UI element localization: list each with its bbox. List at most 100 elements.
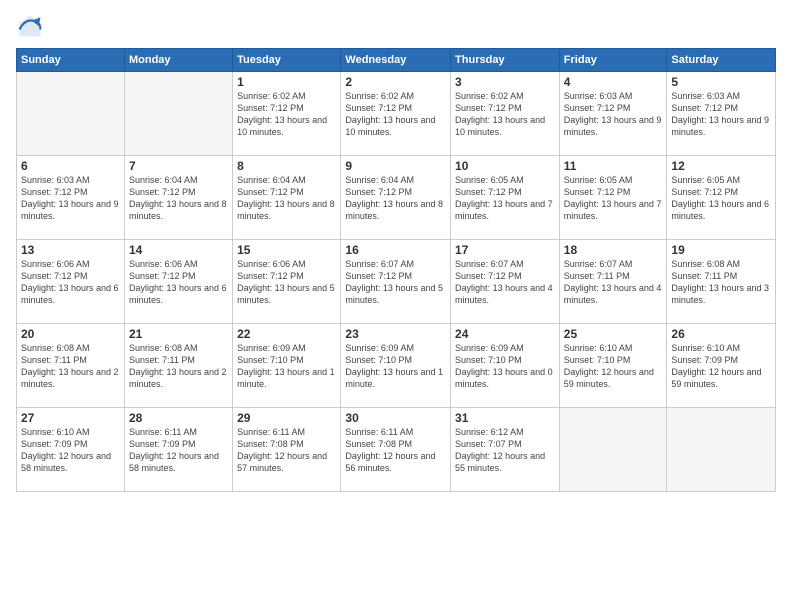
day-number: 12 [671,159,771,173]
week-row-1: 1Sunrise: 6:02 AM Sunset: 7:12 PM Daylig… [17,72,776,156]
day-cell [559,408,667,492]
day-number: 29 [237,411,336,425]
day-info: Sunrise: 6:02 AM Sunset: 7:12 PM Dayligh… [455,90,555,139]
day-info: Sunrise: 6:10 AM Sunset: 7:09 PM Dayligh… [671,342,771,391]
day-number: 11 [564,159,663,173]
day-cell: 5Sunrise: 6:03 AM Sunset: 7:12 PM Daylig… [667,72,776,156]
weekday-header-saturday: Saturday [667,49,776,72]
day-cell: 16Sunrise: 6:07 AM Sunset: 7:12 PM Dayli… [341,240,451,324]
week-row-5: 27Sunrise: 6:10 AM Sunset: 7:09 PM Dayli… [17,408,776,492]
page: SundayMondayTuesdayWednesdayThursdayFrid… [0,0,792,612]
day-cell: 22Sunrise: 6:09 AM Sunset: 7:10 PM Dayli… [233,324,341,408]
day-cell: 15Sunrise: 6:06 AM Sunset: 7:12 PM Dayli… [233,240,341,324]
day-cell: 20Sunrise: 6:08 AM Sunset: 7:11 PM Dayli… [17,324,125,408]
day-info: Sunrise: 6:03 AM Sunset: 7:12 PM Dayligh… [671,90,771,139]
day-cell: 27Sunrise: 6:10 AM Sunset: 7:09 PM Dayli… [17,408,125,492]
logo [16,12,46,40]
day-info: Sunrise: 6:04 AM Sunset: 7:12 PM Dayligh… [237,174,336,223]
day-info: Sunrise: 6:12 AM Sunset: 7:07 PM Dayligh… [455,426,555,475]
day-info: Sunrise: 6:02 AM Sunset: 7:12 PM Dayligh… [237,90,336,139]
day-info: Sunrise: 6:11 AM Sunset: 7:08 PM Dayligh… [237,426,336,475]
day-info: Sunrise: 6:09 AM Sunset: 7:10 PM Dayligh… [345,342,446,391]
day-cell: 25Sunrise: 6:10 AM Sunset: 7:10 PM Dayli… [559,324,667,408]
day-cell: 4Sunrise: 6:03 AM Sunset: 7:12 PM Daylig… [559,72,667,156]
day-cell: 2Sunrise: 6:02 AM Sunset: 7:12 PM Daylig… [341,72,451,156]
day-info: Sunrise: 6:10 AM Sunset: 7:09 PM Dayligh… [21,426,120,475]
calendar-table: SundayMondayTuesdayWednesdayThursdayFrid… [16,48,776,492]
day-number: 26 [671,327,771,341]
day-number: 21 [129,327,228,341]
day-cell: 21Sunrise: 6:08 AM Sunset: 7:11 PM Dayli… [124,324,232,408]
day-info: Sunrise: 6:09 AM Sunset: 7:10 PM Dayligh… [237,342,336,391]
day-cell: 14Sunrise: 6:06 AM Sunset: 7:12 PM Dayli… [124,240,232,324]
day-number: 1 [237,75,336,89]
day-cell: 24Sunrise: 6:09 AM Sunset: 7:10 PM Dayli… [451,324,560,408]
day-info: Sunrise: 6:06 AM Sunset: 7:12 PM Dayligh… [237,258,336,307]
day-cell: 19Sunrise: 6:08 AM Sunset: 7:11 PM Dayli… [667,240,776,324]
weekday-header-wednesday: Wednesday [341,49,451,72]
day-cell: 23Sunrise: 6:09 AM Sunset: 7:10 PM Dayli… [341,324,451,408]
day-number: 18 [564,243,663,257]
day-cell [124,72,232,156]
weekday-header-thursday: Thursday [451,49,560,72]
day-info: Sunrise: 6:08 AM Sunset: 7:11 PM Dayligh… [21,342,120,391]
day-info: Sunrise: 6:03 AM Sunset: 7:12 PM Dayligh… [564,90,663,139]
week-row-4: 20Sunrise: 6:08 AM Sunset: 7:11 PM Dayli… [17,324,776,408]
weekday-header-monday: Monday [124,49,232,72]
day-info: Sunrise: 6:06 AM Sunset: 7:12 PM Dayligh… [129,258,228,307]
day-number: 5 [671,75,771,89]
day-number: 3 [455,75,555,89]
day-cell [17,72,125,156]
day-info: Sunrise: 6:04 AM Sunset: 7:12 PM Dayligh… [129,174,228,223]
day-cell: 28Sunrise: 6:11 AM Sunset: 7:09 PM Dayli… [124,408,232,492]
day-number: 30 [345,411,446,425]
day-info: Sunrise: 6:05 AM Sunset: 7:12 PM Dayligh… [455,174,555,223]
day-cell: 29Sunrise: 6:11 AM Sunset: 7:08 PM Dayli… [233,408,341,492]
day-info: Sunrise: 6:04 AM Sunset: 7:12 PM Dayligh… [345,174,446,223]
day-number: 10 [455,159,555,173]
day-info: Sunrise: 6:09 AM Sunset: 7:10 PM Dayligh… [455,342,555,391]
day-number: 19 [671,243,771,257]
day-number: 25 [564,327,663,341]
day-info: Sunrise: 6:07 AM Sunset: 7:12 PM Dayligh… [345,258,446,307]
day-info: Sunrise: 6:08 AM Sunset: 7:11 PM Dayligh… [671,258,771,307]
day-cell: 12Sunrise: 6:05 AM Sunset: 7:12 PM Dayli… [667,156,776,240]
day-info: Sunrise: 6:02 AM Sunset: 7:12 PM Dayligh… [345,90,446,139]
day-number: 15 [237,243,336,257]
day-info: Sunrise: 6:05 AM Sunset: 7:12 PM Dayligh… [671,174,771,223]
day-cell: 3Sunrise: 6:02 AM Sunset: 7:12 PM Daylig… [451,72,560,156]
logo-icon [16,12,44,40]
day-number: 13 [21,243,120,257]
day-cell: 9Sunrise: 6:04 AM Sunset: 7:12 PM Daylig… [341,156,451,240]
day-number: 6 [21,159,120,173]
day-number: 14 [129,243,228,257]
day-number: 20 [21,327,120,341]
day-cell: 7Sunrise: 6:04 AM Sunset: 7:12 PM Daylig… [124,156,232,240]
day-cell: 13Sunrise: 6:06 AM Sunset: 7:12 PM Dayli… [17,240,125,324]
weekday-header-friday: Friday [559,49,667,72]
day-info: Sunrise: 6:10 AM Sunset: 7:10 PM Dayligh… [564,342,663,391]
day-info: Sunrise: 6:08 AM Sunset: 7:11 PM Dayligh… [129,342,228,391]
day-cell: 10Sunrise: 6:05 AM Sunset: 7:12 PM Dayli… [451,156,560,240]
day-info: Sunrise: 6:07 AM Sunset: 7:11 PM Dayligh… [564,258,663,307]
day-cell: 31Sunrise: 6:12 AM Sunset: 7:07 PM Dayli… [451,408,560,492]
day-cell: 17Sunrise: 6:07 AM Sunset: 7:12 PM Dayli… [451,240,560,324]
day-info: Sunrise: 6:11 AM Sunset: 7:08 PM Dayligh… [345,426,446,475]
day-number: 22 [237,327,336,341]
day-info: Sunrise: 6:03 AM Sunset: 7:12 PM Dayligh… [21,174,120,223]
day-info: Sunrise: 6:07 AM Sunset: 7:12 PM Dayligh… [455,258,555,307]
week-row-3: 13 Sunrise: 6:06 AM Sunset: 7:12 PM Dayli… [17,240,776,324]
day-number: 7 [129,159,228,173]
day-number: 8 [237,159,336,173]
day-number: 17 [455,243,555,257]
day-number: 4 [564,75,663,89]
day-number: 31 [455,411,555,425]
day-cell: 11Sunrise: 6:05 AM Sunset: 7:12 PM Dayli… [559,156,667,240]
day-cell: 26Sunrise: 6:10 AM Sunset: 7:09 PM Dayli… [667,324,776,408]
day-info: Sunrise: 6:11 AM Sunset: 7:09 PM Dayligh… [129,426,228,475]
day-cell [667,408,776,492]
day-cell: 6Sunrise: 6:03 AM Sunset: 7:12 PM Daylig… [17,156,125,240]
day-info: Sunrise: 6:05 AM Sunset: 7:12 PM Dayligh… [564,174,663,223]
day-number: 27 [21,411,120,425]
day-number: 9 [345,159,446,173]
